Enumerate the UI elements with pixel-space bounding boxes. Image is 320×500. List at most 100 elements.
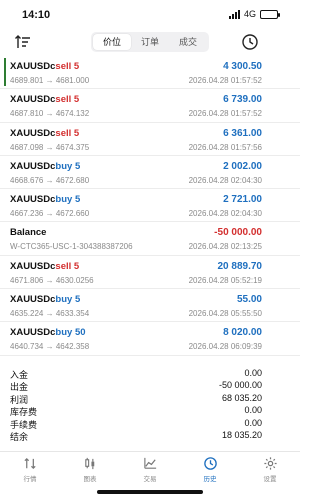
deal-time: 2026.04.28 01:57:52 xyxy=(188,109,262,119)
deal-row[interactable]: XAUUSDcsell 5 4687.810 → 4674.132 6 739.00… xyxy=(0,89,300,123)
deal-time: 2026.04.28 02:13:25 xyxy=(188,242,262,252)
deal-symbol: XAUUSDcsell 5 xyxy=(10,260,80,272)
deal-prices: 4689.801 → 4681.000 xyxy=(10,76,90,85)
deal-lots: 50 xyxy=(74,327,86,339)
summary-value: -50 000.00 xyxy=(218,380,262,391)
tab-trade[interactable]: 交易 xyxy=(120,452,180,485)
deal-symbol: XAUUSDcbuy 5 xyxy=(10,294,81,306)
segment-positions[interactable]: 价位 xyxy=(93,34,131,50)
deal-time: 2026.04.28 05:52:19 xyxy=(188,275,262,285)
history-filter-segmented: 价位 订单 成交 xyxy=(91,32,209,52)
deal-row[interactable]: XAUUSDcbuy 50 4640.734 → 4642.358 8 020.00… xyxy=(0,322,300,356)
deal-side: buy xyxy=(55,160,73,172)
summary-row: 入金 0.00 xyxy=(0,367,300,380)
tab-history[interactable]: 历史 xyxy=(180,452,240,485)
top-bar: 价位 订单 成交 xyxy=(0,30,300,54)
chart-icon xyxy=(84,457,94,470)
deal-lots: 5 xyxy=(73,260,80,272)
deal-symbol: XAUUSDcbuy 5 xyxy=(10,160,81,172)
tab-label: 图表 xyxy=(83,476,97,483)
summary-value: 0.00 xyxy=(244,405,262,416)
deal-prices: 4671.806 → 4630.0256 xyxy=(10,275,94,285)
deal-row[interactable]: Balance W-CTC365-USC-1-304388387206 -50 00… xyxy=(0,222,300,256)
deal-symbol: XAUUSDcsell 5 xyxy=(10,94,80,106)
deal-profit: -50 000.00 xyxy=(214,227,262,239)
deal-list: XAUUSDcsell 5 4689.801 → 4681.000 4 300.50… xyxy=(0,56,300,356)
sort-icon[interactable] xyxy=(14,34,32,50)
deal-symbol: XAUUSDcsell 5 xyxy=(10,61,80,72)
tab-quotes[interactable]: 行情 xyxy=(0,452,60,485)
history-icon xyxy=(203,457,217,470)
deal-lots: 5 xyxy=(74,194,81,206)
tab-chart[interactable]: 图表 xyxy=(60,452,120,485)
deal-prices: 4668.676 → 4672.680 xyxy=(10,175,90,185)
deal-time: 2026.04.28 01:57:56 xyxy=(188,142,262,152)
deal-side: buy xyxy=(55,327,73,339)
trade-icon xyxy=(143,457,156,469)
deal-symbol: XAUUSDcsell 5 xyxy=(10,127,80,139)
deal-lots: 5 xyxy=(74,160,81,172)
clock-icon[interactable] xyxy=(241,33,259,51)
deal-prices: W-CTC365-USC-1-304388387206 xyxy=(10,242,133,252)
deal-row[interactable]: XAUUSDcbuy 5 4635.224 → 4633.354 55.00 2026… xyxy=(0,289,300,323)
status-indicators: 4G xyxy=(228,9,280,19)
tab-label: 行情 xyxy=(23,476,37,483)
summary-row: 结余 18 035.20 xyxy=(0,429,300,442)
deal-time: 2026.04.28 06:09:39 xyxy=(188,342,262,352)
deal-time: 2026.04.28 02:04:30 xyxy=(188,209,262,219)
summary-row: 手续费 0.00 xyxy=(0,417,300,430)
segment-orders[interactable]: 订单 xyxy=(131,34,169,50)
status-time: 14:10 xyxy=(22,9,51,21)
summary-row: 库存费 0.00 xyxy=(0,404,300,417)
status-bar: 14:10 4G xyxy=(0,0,300,28)
deal-row[interactable]: XAUUSDcbuy 5 4667.236 → 4672.660 2 721.00 2… xyxy=(0,189,300,223)
deal-prices: 4687.098 → 4674.375 xyxy=(10,142,90,152)
settings-icon xyxy=(263,457,277,470)
deal-side: buy xyxy=(55,194,73,206)
deal-side: sell xyxy=(55,127,72,139)
deal-lots: 5 xyxy=(73,61,80,72)
deal-row[interactable]: XAUUSDcsell 5 4689.801 → 4681.000 4 300.50… xyxy=(0,56,300,90)
quotes-icon xyxy=(23,457,36,470)
summary-value: 18 035.20 xyxy=(221,429,262,440)
deal-time: 2026.04.28 05:55:50 xyxy=(188,309,262,319)
deal-prices: 4687.810 → 4674.132 xyxy=(10,109,90,119)
deal-symbol: Balance xyxy=(10,227,47,239)
deal-prices: 4635.224 → 4633.354 xyxy=(10,309,90,319)
tab-label: 历史 xyxy=(203,476,217,483)
deal-profit: 2 721.00 xyxy=(223,194,262,206)
deal-lots: 5 xyxy=(74,294,81,306)
deal-profit: 6 739.00 xyxy=(223,94,262,106)
deal-profit: 55.00 xyxy=(236,294,262,306)
deal-symbol: XAUUSDcbuy 5 xyxy=(10,194,81,206)
tab-label: 设置 xyxy=(263,476,277,483)
deal-symbol: XAUUSDcbuy 50 xyxy=(10,327,86,339)
deal-row[interactable]: XAUUSDcsell 5 4671.806 → 4630.0256 20 889.… xyxy=(0,256,300,290)
network-label: 4G xyxy=(243,9,256,19)
deal-profit: 6 361.00 xyxy=(223,127,262,139)
deal-side: sell xyxy=(55,94,72,106)
summary-label: 结余 xyxy=(10,431,29,442)
deal-row[interactable]: XAUUSDcsell 5 4687.098 → 4674.375 6 361.00… xyxy=(0,123,300,156)
segment-deals[interactable]: 成交 xyxy=(169,34,207,50)
deal-row[interactable]: XAUUSDcbuy 5 4668.676 → 4672.680 2 002.00 2… xyxy=(0,156,300,190)
tab-label: 交易 xyxy=(143,476,157,483)
summary-row: 出金 -50 000.00 xyxy=(0,379,300,392)
deal-prices: 4640.734 → 4642.358 xyxy=(10,342,90,352)
summary-row: 利润 68 035.20 xyxy=(0,392,300,405)
deal-time: 2026.04.28 01:57:52 xyxy=(188,76,262,85)
summary-value: 68 035.20 xyxy=(221,392,262,403)
tab-settings[interactable]: 设置 xyxy=(240,452,300,485)
bottom-tab-bar: 行情 图表 交易 历史 设置 xyxy=(0,451,300,485)
home-indicator xyxy=(97,490,203,494)
signal-icon xyxy=(228,9,240,19)
deal-lots: 5 xyxy=(73,127,80,139)
deal-side: buy xyxy=(55,294,73,306)
deal-profit: 20 889.70 xyxy=(217,260,263,272)
summary-value: 0.00 xyxy=(244,368,262,378)
deal-profit: 4 300.50 xyxy=(223,61,262,72)
deal-side: sell xyxy=(55,61,72,72)
account-summary: 入金 0.00 出金 -50 000.00 利润 68 035.20 库存费 0.00 手续费 0… xyxy=(0,367,300,442)
deal-profit: 8 020.00 xyxy=(223,327,262,339)
deal-side: sell xyxy=(55,260,72,272)
